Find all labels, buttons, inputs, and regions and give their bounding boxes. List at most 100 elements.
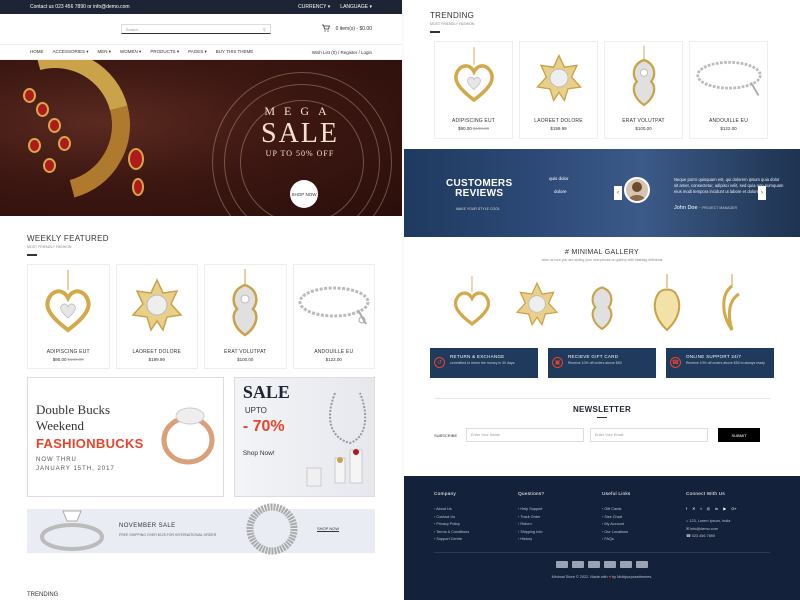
bracelet-image bbox=[690, 42, 767, 114]
name-field[interactable]: Enter Your Name bbox=[466, 428, 584, 442]
product-card[interactable]: ANDOUILLE EU $122.00 bbox=[689, 40, 768, 139]
november-sale-banner[interactable]: NOVEMBER SALE FREE SHIPPING OVER $125 FO… bbox=[27, 503, 375, 554]
search-input[interactable]: Search ⚲ bbox=[120, 24, 271, 34]
language-selector[interactable]: LANGUAGE ▾ bbox=[340, 4, 372, 10]
product-price: $90.00$100.00 bbox=[52, 356, 84, 362]
gallery-item[interactable] bbox=[444, 266, 500, 342]
main-nav: HOME ACCESSORIES ▾ MEN ▾ WOMEN ▾ PRODUCT… bbox=[0, 44, 402, 60]
product-name[interactable]: LAOREET DOLORE bbox=[117, 349, 198, 355]
footer-link[interactable]: › Shipping Info bbox=[518, 529, 602, 537]
nav-products[interactable]: PRODUCTS ▾ bbox=[150, 49, 179, 55]
gallery-item[interactable] bbox=[639, 266, 695, 342]
search-icon[interactable]: ⚲ bbox=[263, 27, 266, 32]
footer-link[interactable]: › My Account bbox=[602, 521, 686, 529]
nav-men[interactable]: MEN ▾ bbox=[98, 49, 112, 55]
cart-summary[interactable]: 0 item(s) - $0.00 bbox=[321, 24, 372, 34]
product-name[interactable]: ANDOUILLE EU bbox=[690, 118, 767, 124]
payment-card-icon bbox=[572, 560, 584, 568]
product-card[interactable]: ADIPISCING EUT $90.00$100.00 bbox=[27, 263, 110, 369]
tumblr-icon[interactable]: t bbox=[700, 506, 701, 511]
review-prev-arrow[interactable]: ‹ bbox=[614, 185, 622, 200]
product-name[interactable]: ERAT VOLUTPAT bbox=[605, 118, 682, 124]
product-card[interactable]: ANDOUILLE EU $122.00 bbox=[292, 263, 375, 369]
promo-banners: Double Bucks Weekend FASHIONBUCKS NOW THR… bbox=[0, 376, 402, 497]
fashionbucks-banner[interactable]: Double Bucks Weekend FASHIONBUCKS NOW THR… bbox=[27, 376, 224, 497]
prev-review-text: quis dolor bbox=[549, 175, 569, 181]
footer-link[interactable]: › Support Centre bbox=[434, 536, 518, 544]
title-underline bbox=[430, 31, 440, 33]
footer-link[interactable]: › Size Chart bbox=[602, 514, 686, 522]
nav-women[interactable]: WOMEN ▾ bbox=[120, 49, 141, 55]
product-name[interactable]: ERAT VOLUTPAT bbox=[205, 349, 286, 355]
gallery-subtitle: view us how you are styling your new pie… bbox=[541, 257, 663, 262]
linkedin-icon[interactable]: in bbox=[715, 506, 718, 511]
email-text[interactable]: ✉ info@demo.com bbox=[686, 526, 770, 534]
product-card[interactable]: LAOREET DOLORE $199.99 bbox=[115, 263, 198, 369]
copyright: Minimal Store © 2022. Made with ♥ by Mul… bbox=[551, 574, 653, 579]
product-name[interactable]: ADIPISCING EUT bbox=[435, 118, 512, 124]
heart-pendant-image bbox=[435, 42, 512, 114]
email-field[interactable]: Enter Your Email bbox=[590, 428, 708, 442]
title-underline bbox=[597, 416, 607, 418]
hero-banner[interactable]: MEGA SALE UP TO 50% OFF SHOP NOW bbox=[0, 60, 402, 216]
gallery-item[interactable] bbox=[704, 266, 760, 342]
product-name[interactable]: ADIPISCING EUT bbox=[28, 349, 109, 355]
sale-text: MEGA SALE UP TO 50% OFF bbox=[261, 104, 339, 158]
footer-link[interactable]: › Contact Us bbox=[434, 514, 518, 522]
footer-link[interactable]: › Gift Cards bbox=[602, 506, 686, 514]
footer-link[interactable]: › History bbox=[518, 536, 602, 544]
online-support-box: ☎ ONLINE SUPPORT 24/7 Receive 10% off or… bbox=[666, 347, 774, 378]
footer-link[interactable]: › Terms & Conditions bbox=[434, 529, 518, 537]
ganesh-pendant-image bbox=[205, 265, 286, 345]
heart-icon: ♥ bbox=[608, 574, 611, 579]
submit-button[interactable]: SUBMIT bbox=[718, 428, 760, 442]
footer: Company › About Us › Contact Us › Privac… bbox=[404, 476, 800, 600]
gallery-item[interactable] bbox=[574, 266, 630, 342]
payment-card-icon bbox=[556, 560, 568, 568]
footer-link[interactable]: › Help Support bbox=[518, 506, 602, 514]
om-pendant-image bbox=[520, 42, 597, 114]
google-plus-icon[interactable]: G+ bbox=[731, 506, 736, 511]
footer-link[interactable]: › Our Locations bbox=[602, 529, 686, 537]
header: Search ⚲ 0 item(s) - $0.00 bbox=[0, 14, 402, 44]
product-card[interactable]: ERAT VOLUTPAT $100.00 bbox=[204, 263, 287, 369]
product-card[interactable]: ADIPISCING EUT $90.00$100.00 bbox=[434, 40, 513, 139]
newsletter-title: NEWSLETTER bbox=[572, 404, 632, 414]
instagram-icon[interactable]: ◎ bbox=[707, 506, 711, 511]
subscribe-label: SUBSCRIBE bbox=[434, 432, 458, 438]
phone-icon: ☎ bbox=[670, 356, 681, 368]
product-price: $122.00 bbox=[325, 356, 342, 362]
reviews-heading: CUSTOMERS REVIEWS bbox=[446, 177, 513, 199]
facebook-icon[interactable]: f bbox=[686, 506, 687, 511]
product-price: $100.00 bbox=[635, 125, 652, 131]
youtube-icon[interactable]: ▶ bbox=[723, 506, 726, 511]
product-name[interactable]: LAOREET DOLORE bbox=[520, 118, 597, 124]
product-card[interactable]: LAOREET DOLORE $199.99 bbox=[519, 40, 598, 139]
seventy-percent-banner[interactable]: SALE UPTO - 70% Shop Now! bbox=[233, 376, 375, 497]
nav-accessories[interactable]: ACCESSORIES ▾ bbox=[53, 49, 89, 55]
trending-product-grid: ADIPISCING EUT $90.00$100.00 LAOREET DOL… bbox=[404, 40, 800, 139]
x-icon[interactable]: ✕ bbox=[692, 506, 695, 511]
product-name[interactable]: ANDOUILLE EU bbox=[294, 349, 375, 355]
gallery-item[interactable] bbox=[509, 266, 565, 342]
nav-pages[interactable]: PAGES ▾ bbox=[188, 49, 207, 55]
footer-connect: Connect With Us f ✕ t ◎ in ▶ G+ ⌂ 123, L… bbox=[686, 492, 770, 544]
footer-link[interactable]: › Track Order bbox=[518, 514, 602, 522]
november-shop-now-button[interactable]: SHOP NOW bbox=[317, 526, 340, 532]
footer-useful-links: Useful Links › Gift Cards › Size Chart ›… bbox=[602, 492, 686, 544]
product-card[interactable]: ERAT VOLUTPAT $100.00 bbox=[604, 40, 683, 139]
currency-selector[interactable]: CURRENCY ▾ bbox=[298, 4, 330, 10]
footer-link[interactable]: › About Us bbox=[434, 506, 518, 514]
band-ring-image bbox=[246, 503, 298, 554]
cart-icon bbox=[321, 24, 330, 34]
top-bar: Contact us 023 456 7890 or info@demo.com… bbox=[0, 0, 402, 14]
account-links[interactable]: Wish List (0) / Register / Login bbox=[312, 50, 372, 55]
nav-buy-theme[interactable]: BUY THIS THEME bbox=[216, 49, 254, 55]
footer-link[interactable]: › FAQs bbox=[602, 536, 686, 544]
nav-home[interactable]: HOME bbox=[30, 49, 44, 55]
phone-text[interactable]: ☎ 023 456 7890 bbox=[686, 533, 770, 541]
footer-link[interactable]: › Return bbox=[518, 521, 602, 529]
newsletter-form: SUBSCRIBE Enter Your Name Enter Your Ema… bbox=[404, 428, 800, 442]
shop-now-button[interactable]: SHOP NOW bbox=[290, 180, 318, 208]
footer-link[interactable]: › Privacy Policy bbox=[434, 521, 518, 529]
